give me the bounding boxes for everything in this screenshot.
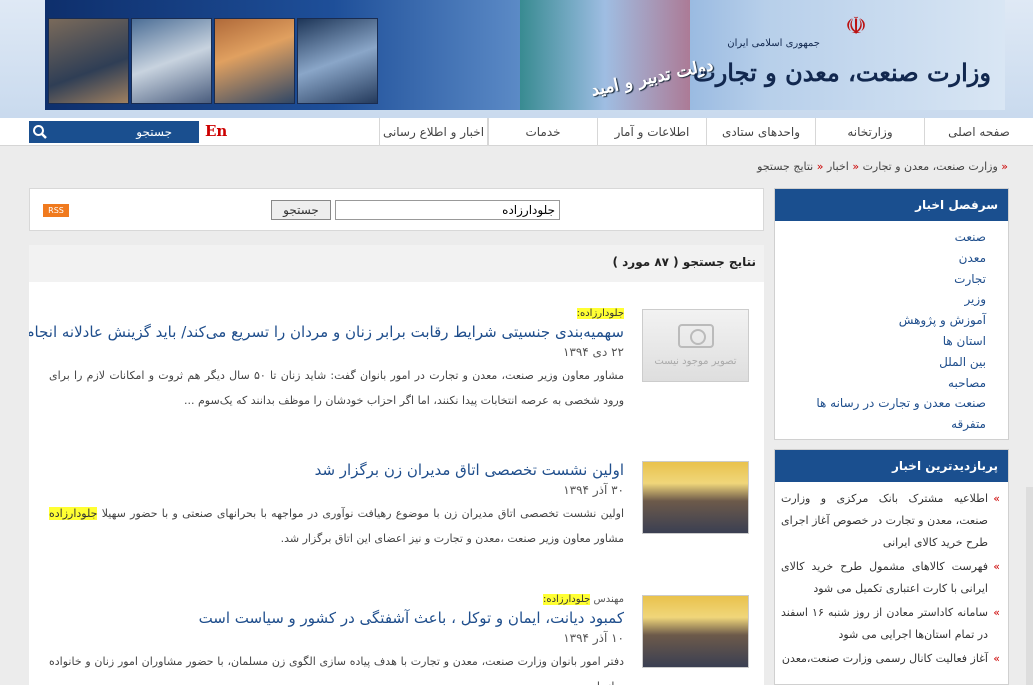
- nav-item-info-stats[interactable]: اطلاعات و آمار: [597, 118, 706, 146]
- rss-link[interactable]: RSS: [43, 204, 69, 217]
- nav-item-home[interactable]: صفحه اصلی: [924, 118, 1033, 146]
- result-thumbnail[interactable]: [642, 461, 749, 534]
- breadcrumb: « وزارت صنعت، معدن و تجارت « اخبار « نتا…: [757, 160, 1008, 173]
- ministry-logo-title[interactable]: وزارت صنعت، معدن و تجارت: [693, 58, 991, 87]
- breadcrumb-arrow-icon: «: [852, 160, 860, 173]
- english-language-link[interactable]: En: [205, 122, 227, 140]
- main-navbar: En صفحه اصلی وزارتخانه واحدهای ستادی اطل…: [0, 118, 1033, 146]
- results-heading: نتایج جستجو ( ۸۷ مورد ): [29, 245, 764, 282]
- result-text: اولین نشست تخصصی اتاق مدیران زن برگزار ش…: [49, 457, 624, 551]
- result-keyword-line: مهندس جلودارزاده:: [49, 594, 624, 605]
- site-search-input[interactable]: [51, 121, 199, 143]
- popular-news-item[interactable]: اطلاعیه مشترک بانک مرکزی و وزارت صنعت، م…: [781, 488, 1000, 554]
- popular-news-item[interactable]: سامانه کاداستر معادن از روز شنبه ۱۶ اسفن…: [781, 602, 1000, 646]
- category-link[interactable]: استان ها: [775, 331, 986, 352]
- news-categories-list: صنعت معدن تجارت وزیر آموزش و پژوهش استان…: [775, 221, 1008, 435]
- result-summary: مشاور معاون وزیر صنعت، معدن و تجارت در ا…: [49, 369, 624, 407]
- header-banner: دولت تدبیر و امید ☫ جمهوری اسلامی ایران …: [0, 0, 1033, 118]
- breadcrumb-arrow-icon: «: [1001, 160, 1008, 173]
- popular-news-list: اطلاعیه مشترک بانک مرکزی و وزارت صنعت، م…: [775, 482, 1008, 670]
- result-date: ۲۲ دی ۱۳۹۴: [562, 345, 624, 359]
- search-icon: [33, 125, 47, 139]
- breadcrumb-item[interactable]: وزارت صنعت، معدن و تجارت: [863, 160, 998, 173]
- result-thumbnail[interactable]: تصویر موجود نیست: [642, 309, 749, 382]
- result-date: ۳۰ آذر ۱۳۹۴: [563, 483, 624, 497]
- result-keyword: جلودارزاده:: [542, 594, 591, 605]
- ministry-subtitle: جمهوری اسلامی ایران: [727, 38, 820, 49]
- result-thumbnail[interactable]: [642, 595, 749, 668]
- emblem-icon: ☫: [845, 12, 867, 40]
- category-link[interactable]: تجارت: [775, 269, 986, 290]
- category-link[interactable]: مصاحبه: [775, 373, 986, 394]
- camera-icon: [677, 324, 714, 348]
- nav-menu: صفحه اصلی وزارتخانه واحدهای ستادی اطلاعا…: [358, 118, 1033, 146]
- breadcrumb-current: نتایج جستجو: [757, 160, 814, 173]
- news-search-button[interactable]: جستجو: [271, 200, 331, 220]
- news-categories-box: سرفصل اخبار صنعت معدن تجارت وزیر آموزش و…: [774, 188, 1009, 440]
- result-title[interactable]: سهمیه‌بندی جنسیتی شرایط رقابت برابر زنان…: [29, 323, 624, 341]
- news-categories-title: سرفصل اخبار: [775, 189, 1008, 221]
- news-search-input[interactable]: [335, 200, 560, 220]
- nav-item-staff-units[interactable]: واحدهای ستادی: [706, 118, 815, 146]
- result-text: مهندس جلودارزاده: کمبود دیانت، ایمان و ت…: [49, 594, 624, 685]
- popular-news-item[interactable]: آغاز فعالیت کانال رسمی وزارت صنعت،معدن: [781, 648, 1000, 670]
- banner-photo: [214, 18, 295, 104]
- banner-photo-strip: [48, 18, 378, 104]
- result-summary-text: اولین نشست تخصصی اتاق مدیران زن با موضوع…: [101, 507, 624, 520]
- category-link[interactable]: وزیر: [775, 289, 986, 310]
- category-link[interactable]: آموزش و پژوهش: [775, 310, 986, 331]
- result-summary: دفتر امور بانوان وزارت صنعت، معدن و تجار…: [49, 655, 624, 685]
- result-keyword: جلودارزاده:: [576, 308, 624, 319]
- search-button[interactable]: [29, 121, 51, 143]
- category-link[interactable]: صنعت معدن و تجارت در رسانه ها: [775, 393, 986, 414]
- sidebar-scrollbar[interactable]: [1026, 487, 1033, 685]
- category-link[interactable]: صنعت: [775, 227, 986, 248]
- result-keyword: جلودارزاده: [49, 507, 98, 520]
- category-link[interactable]: بین الملل: [775, 352, 986, 373]
- category-link[interactable]: متفرقه: [775, 414, 986, 435]
- search-results: نتایج جستجو ( ۸۷ مورد ) تصویر موجود نیست…: [29, 245, 764, 685]
- site-search: [29, 121, 199, 143]
- nav-item-services[interactable]: خدمات: [488, 118, 597, 146]
- category-link[interactable]: معدن: [775, 248, 986, 269]
- no-image-label: تصویر موجود نیست: [654, 356, 737, 367]
- banner-photo: [131, 18, 212, 104]
- breadcrumb-arrow-icon: «: [816, 160, 824, 173]
- banner-photo: [48, 18, 129, 104]
- banner-photo: [297, 18, 378, 104]
- result-title[interactable]: کمبود دیانت، ایمان و توکل ، باعث آشفتگی …: [49, 609, 624, 627]
- news-search-panel: RSS جستجو: [29, 188, 764, 231]
- nav-item-ministry[interactable]: وزارتخانه: [815, 118, 924, 146]
- result-keyword-line: جلودارزاده:: [49, 308, 624, 319]
- result-title[interactable]: اولین نشست تخصصی اتاق مدیران زن برگزار ش…: [49, 461, 624, 479]
- breadcrumb-item[interactable]: اخبار: [827, 160, 849, 173]
- result-summary: اولین نشست تخصصی اتاق مدیران زن با موضوع…: [49, 501, 624, 551]
- result-keyword-prefix: مهندس: [593, 594, 624, 605]
- popular-news-item[interactable]: فهرست کالاهای مشمول طرح خرید کالای ایران…: [781, 556, 1000, 600]
- popular-news-box: پربازدیدترین اخبار اطلاعیه مشترک بانک مر…: [774, 449, 1009, 685]
- popular-news-title: پربازدیدترین اخبار: [775, 450, 1008, 482]
- result-date: ۱۰ آذر ۱۳۹۴: [563, 631, 624, 645]
- nav-item-news[interactable]: اخبار و اطلاع رسانی: [379, 118, 488, 146]
- result-text: جلودارزاده: سهمیه‌بندی جنسیتی شرایط رقاب…: [29, 308, 624, 413]
- result-summary-text: مشاور معاون وزیر صنعت ،معدن و تجارت و نی…: [280, 532, 624, 545]
